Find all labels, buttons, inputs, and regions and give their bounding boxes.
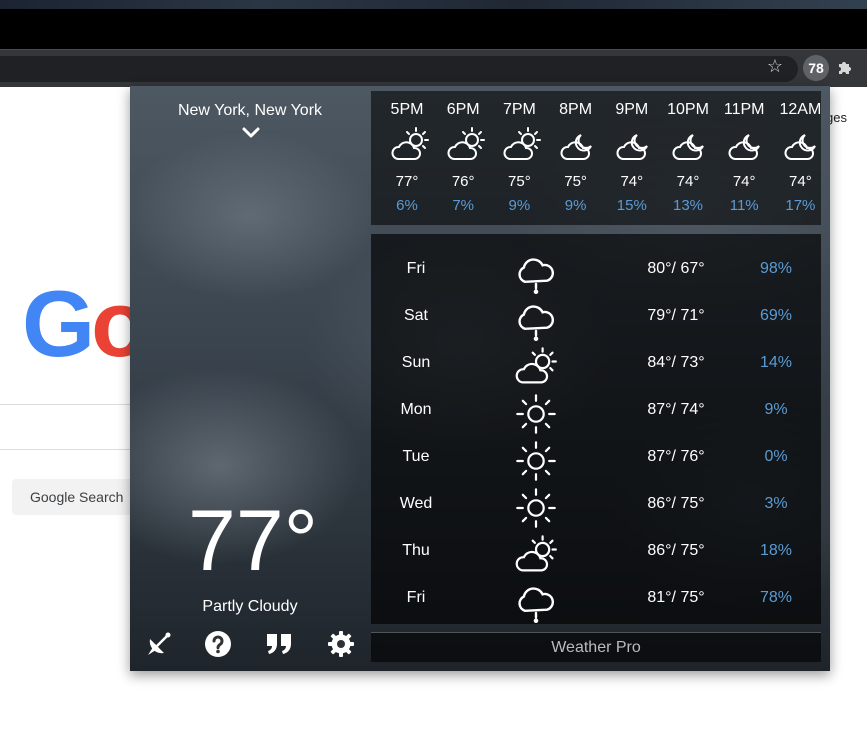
- weather-extension-button[interactable]: 78: [803, 55, 829, 81]
- weather-pro-footer[interactable]: Weather Pro: [371, 632, 821, 662]
- day-name: Tue: [402, 448, 430, 465]
- hour-temp: 77°: [395, 173, 419, 190]
- rain-cloud-icon: [518, 258, 554, 295]
- hour-temp: 74°: [620, 173, 644, 190]
- cloudy-night-icon: [728, 134, 761, 160]
- hour-precip: 7%: [452, 197, 475, 214]
- day-precip: 98%: [759, 260, 793, 277]
- address-bar[interactable]: [0, 56, 798, 82]
- hour-temp: 75°: [564, 173, 587, 190]
- day-name: Fri: [406, 260, 426, 277]
- search-box-top-border: [0, 404, 140, 405]
- hour-precip: 13%: [672, 197, 704, 214]
- day-name: Mon: [400, 401, 432, 418]
- chevron-down-icon[interactable]: [242, 127, 260, 139]
- hour-temp: 74°: [789, 173, 812, 190]
- day-temps: 79°/ 71°: [647, 307, 705, 324]
- hour-time: 6PM: [446, 101, 480, 118]
- daily-row: Wed 86°/ 75° 3%: [371, 478, 821, 528]
- partly-cloudy-icon: [503, 127, 542, 160]
- day-temps: 84°/ 73°: [647, 354, 705, 371]
- hour-time: 7PM: [502, 101, 536, 118]
- hour-temp: 76°: [451, 173, 475, 190]
- day-precip: 0%: [764, 448, 788, 465]
- search-box-bottom-border: [0, 449, 140, 450]
- hourly-forecast: 5PM 77° 6% 6PM 76° 7% 7PM 75° 9% 8PM 75° 9% 9PM 74° 15…: [371, 91, 821, 225]
- day-temps: 87°/ 74°: [647, 401, 705, 418]
- hour-precip: 6%: [396, 197, 418, 214]
- daily-row: Thu 86°/ 75° 18%: [371, 525, 821, 572]
- cloudy-night-icon: [784, 134, 817, 160]
- extension-badge-text: 78: [808, 60, 824, 76]
- hour-temp: 74°: [732, 173, 756, 190]
- daily-row: Mon 87°/ 74° 9%: [371, 384, 821, 434]
- day-name: Sat: [403, 307, 428, 324]
- day-precip: 14%: [759, 354, 793, 371]
- partly-cloudy-icon: [391, 127, 429, 160]
- hour-precip: 17%: [785, 197, 816, 214]
- partly-cloudy-icon: [515, 535, 557, 572]
- hour-time: 12AM: [779, 101, 822, 118]
- hour-time: 10PM: [667, 101, 709, 118]
- day-temps: 80°/ 67°: [647, 260, 705, 277]
- satellite-dish-icon[interactable]: [145, 630, 173, 658]
- hour-precip: 9%: [564, 197, 587, 214]
- day-precip: 18%: [759, 542, 793, 559]
- hour-temp: 74°: [676, 173, 700, 190]
- day-temps: 87°/ 76°: [647, 448, 705, 465]
- hour-time: 9PM: [615, 101, 649, 118]
- google-logo: Go: [22, 270, 149, 378]
- hour-precip: 15%: [616, 197, 647, 214]
- day-name: Wed: [399, 495, 433, 512]
- day-temps: 81°/ 75°: [647, 589, 705, 606]
- cloudy-night-icon: [560, 134, 592, 160]
- cloudy-night-icon: [672, 134, 704, 160]
- bookmark-star-icon[interactable]: ☆: [764, 55, 786, 77]
- partly-cloudy-icon: [515, 347, 557, 384]
- cloudy-night-icon: [616, 134, 648, 160]
- extensions-puzzle-icon[interactable]: [836, 58, 856, 78]
- day-precip: 9%: [764, 401, 788, 418]
- hour-time: 8PM: [559, 101, 593, 118]
- day-name: Sun: [401, 354, 431, 371]
- sun-icon: [516, 488, 556, 528]
- daily-row: Fri 81°/ 75° 78%: [371, 572, 821, 624]
- screen: ☆ 78 Go ges Google Search New York, New …: [0, 0, 867, 742]
- hour-temp: 75°: [508, 173, 531, 190]
- sun-icon: [516, 441, 556, 481]
- day-temps: 86°/ 75°: [647, 495, 705, 512]
- daily-row: Fri 80°/ 67° 98%: [371, 243, 821, 295]
- day-precip: 3%: [764, 495, 788, 512]
- google-search-button[interactable]: Google Search: [12, 479, 136, 515]
- day-name: Thu: [402, 542, 430, 559]
- desktop-wallpaper-strip: [0, 0, 867, 9]
- sun-icon: [516, 394, 556, 434]
- hour-time: 5PM: [390, 101, 424, 118]
- day-precip: 69%: [759, 307, 793, 324]
- daily-row: Sun 84°/ 73° 14%: [371, 337, 821, 384]
- help-icon[interactable]: [204, 630, 232, 658]
- current-condition: Partly Cloudy: [202, 598, 298, 615]
- daily-forecast: Fri 80°/ 67° 98% Sat 79°/ 71° 69% Sun 84°/ 73° 1…: [371, 234, 821, 624]
- rain-cloud-icon: [518, 587, 554, 624]
- settings-gear-icon[interactable]: [327, 630, 355, 658]
- weather-popup: New York, New York 77° Partly Cloudy 5PM…: [130, 86, 830, 671]
- current-temperature: 77°: [188, 493, 319, 589]
- tab-bar: [0, 9, 867, 49]
- day-name: Fri: [406, 589, 426, 606]
- hour-precip: 11%: [729, 197, 759, 214]
- hour-time: 11PM: [723, 101, 765, 118]
- browser-toolbar: ☆ 78: [0, 49, 867, 87]
- day-temps: 86°/ 75°: [647, 542, 705, 559]
- hour-precip: 9%: [508, 197, 531, 214]
- quote-icon[interactable]: [265, 630, 293, 658]
- location-label[interactable]: New York, New York: [130, 102, 370, 120]
- google-logo-g: G: [22, 271, 95, 376]
- daily-row: Tue 87°/ 76° 0%: [371, 431, 821, 481]
- day-precip: 78%: [759, 589, 793, 606]
- partly-cloudy-icon: [447, 127, 486, 160]
- daily-row: Sat 79°/ 71° 69%: [371, 290, 821, 342]
- rain-cloud-icon: [518, 305, 554, 342]
